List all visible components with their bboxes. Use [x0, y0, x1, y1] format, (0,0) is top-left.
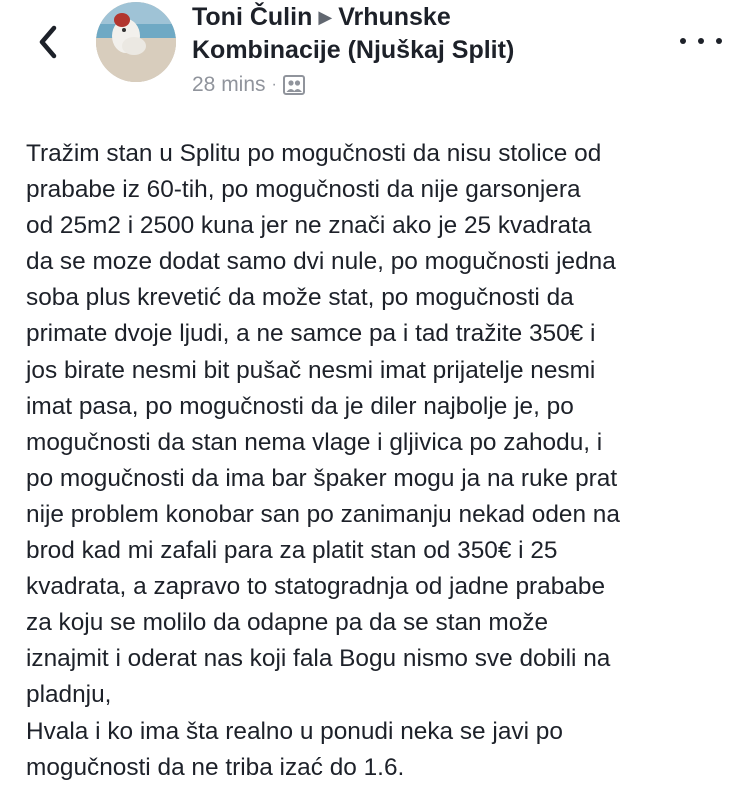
post-header: Toni Čulin ▶ Vrhunske Kombinacije (Njuškaj…	[0, 0, 750, 110]
post-title: Toni Čulin ▶ Vrhunske Kombinacije (Njuškaj…	[192, 1, 662, 67]
post-body-text: Tražim stan u Splitu po mogučnosti da ni…	[26, 140, 620, 781]
author-name[interactable]: Toni Čulin	[192, 3, 312, 31]
more-dots-icon	[698, 38, 704, 44]
group-icon	[282, 75, 305, 95]
post-title-block: Toni Čulin ▶ Vrhunske Kombinacije (Njuškaj…	[192, 0, 662, 97]
chevron-left-icon	[39, 25, 57, 59]
more-options-button[interactable]	[680, 28, 722, 54]
back-button[interactable]	[26, 20, 70, 64]
meta-separator: ·	[271, 76, 277, 93]
more-dots-icon	[680, 38, 686, 44]
group-name-line1[interactable]: Vrhunske	[338, 3, 451, 31]
avatar[interactable]	[96, 2, 176, 82]
avatar-photo	[96, 2, 176, 82]
more-dots-icon	[716, 38, 722, 44]
right-triangle-icon: ▶	[318, 7, 333, 27]
post-meta: 28 mins ·	[192, 73, 662, 97]
timestamp[interactable]: 28 mins	[192, 73, 266, 97]
group-name-line2[interactable]: Kombinacije (Njuškaj Split)	[192, 36, 514, 64]
